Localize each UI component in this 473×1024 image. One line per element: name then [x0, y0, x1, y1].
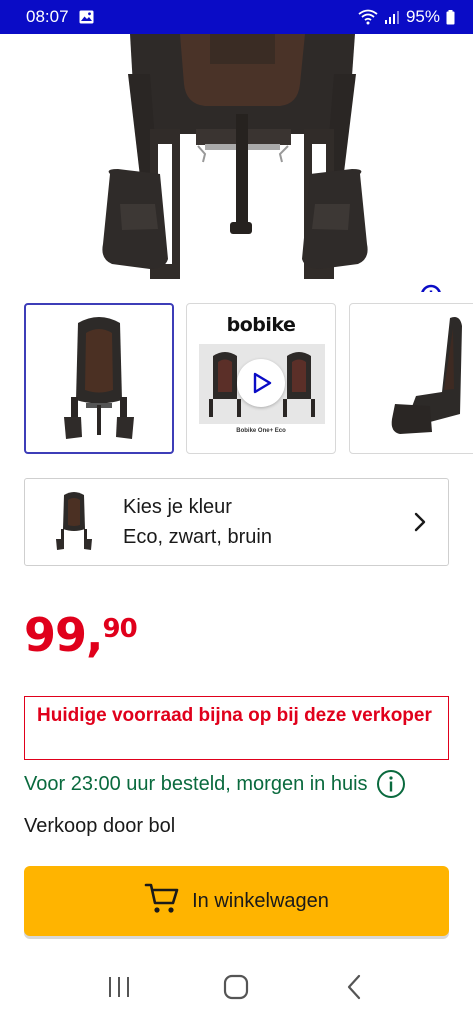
price-cents: 90: [102, 614, 138, 644]
delivery-text: Voor 23:00 uur besteld, morgen in huis: [24, 772, 368, 795]
chevron-right-icon: [392, 511, 448, 533]
variant-text: Kies je kleur Eco, zwart, bruin: [123, 492, 392, 552]
shopping-cart-icon: [144, 881, 180, 921]
back-icon[interactable]: [324, 957, 384, 1017]
status-time: 08:07: [26, 7, 69, 26]
bike-seat-illustration: [102, 34, 368, 279]
add-to-cart-label: In winkelwagen: [192, 889, 329, 912]
thumbnail-1[interactable]: [24, 303, 174, 454]
system-nav-bar: [0, 950, 473, 1024]
stock-warning: Huidige voorraad bijna op bij deze verko…: [24, 696, 449, 760]
play-icon[interactable]: [237, 359, 285, 407]
product-image[interactable]: [0, 34, 473, 292]
recent-apps-icon[interactable]: [89, 957, 149, 1017]
price-euros: 99,: [24, 608, 103, 662]
status-right: 95%: [358, 7, 455, 27]
bike-seat-side-thumbnail: [391, 317, 462, 434]
home-icon[interactable]: [206, 957, 266, 1017]
product-price: 99, 90: [24, 608, 138, 662]
thumbnail-2-video[interactable]: bobike Bobike One+ Eco: [186, 303, 336, 454]
delivery-info: Voor 23:00 uur besteld, morgen in huis: [24, 768, 449, 800]
color-variant-selector[interactable]: Kies je kleur Eco, zwart, bruin: [24, 478, 449, 566]
image-icon: [79, 10, 94, 24]
status-bar: 08:07 95%: [0, 0, 473, 34]
variant-thumbnail: [25, 479, 123, 565]
bobike-logo: bobike: [226, 314, 296, 336]
wifi-icon: [358, 9, 378, 25]
status-left: 08:07: [26, 7, 94, 27]
battery-icon: [446, 9, 455, 25]
thumbnail-3[interactable]: [349, 303, 473, 454]
battery-percentage: 95%: [405, 7, 440, 26]
signal-icon: [384, 10, 400, 24]
variant-title: Kies je kleur: [123, 496, 232, 518]
bike-seat-thumbnail: [64, 317, 134, 439]
thumbnail-carousel[interactable]: bobike Bobike One+ Eco: [24, 303, 473, 455]
variant-value: Eco, zwart, bruin: [123, 526, 272, 548]
info-icon[interactable]: [376, 769, 406, 799]
zoom-in-icon[interactable]: [418, 282, 448, 292]
add-to-cart-button[interactable]: In winkelwagen: [24, 866, 449, 936]
video-caption: Bobike One+ Eco: [236, 428, 286, 434]
seller-info: Verkoop door bol: [24, 815, 176, 837]
